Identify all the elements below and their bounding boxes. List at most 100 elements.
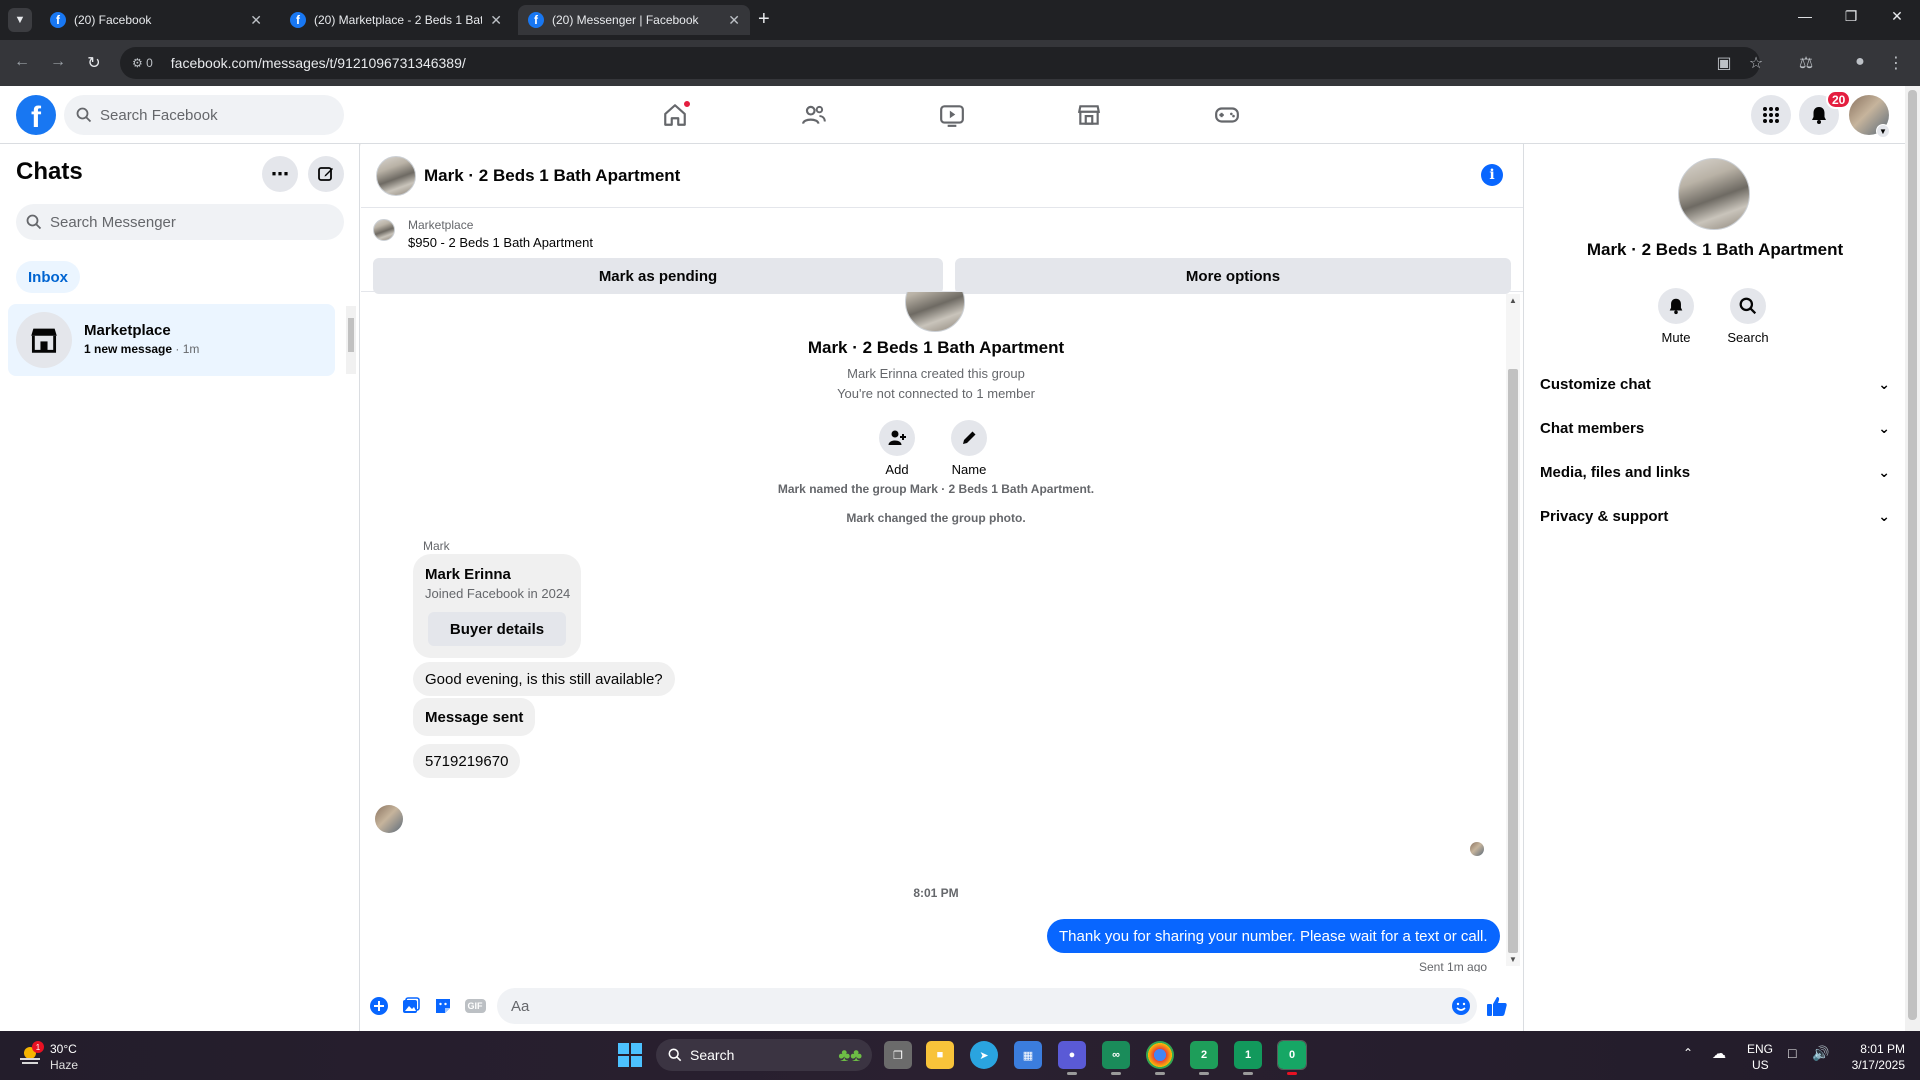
video-nav-icon[interactable] [934,98,970,132]
chevron-down-icon: ⌄ [1878,375,1890,392]
conversation-title[interactable]: Mark · 2 Beds 1 Bath Apartment [424,166,680,186]
clock-time[interactable]: 8:01 PM [1845,1042,1905,1056]
media-files-links-section[interactable]: Media, files and links ⌄ [1540,450,1890,494]
plus-circle-icon[interactable] [367,994,391,1018]
info-icon[interactable]: i [1481,164,1503,186]
marketplace-nav-icon[interactable] [1071,98,1107,132]
app-badge-icon[interactable]: 1 [1234,1041,1262,1075]
app-badge-icon[interactable]: 0 [1277,1040,1307,1075]
more-options-button[interactable]: More options [955,258,1511,294]
more-options-icon[interactable]: ⋯ [262,156,298,192]
group-avatar[interactable] [376,156,416,196]
new-tab-button[interactable]: + [758,8,770,31]
chevron-down-icon[interactable]: ▼ [1876,124,1890,138]
windows-start-icon[interactable] [618,1043,642,1067]
thumbs-up-icon[interactable] [1485,994,1509,1018]
app-icon[interactable]: ∞ [1102,1041,1130,1075]
facebook-search-input[interactable]: Search Facebook [64,95,344,135]
network-icon[interactable]: □ [1788,1045,1796,1061]
search-placeholder: Search Facebook [100,106,218,124]
mute-label: Mute [1661,330,1691,345]
app-icon[interactable]: ● [1058,1041,1086,1075]
file-explorer-icon[interactable]: ■ [926,1041,954,1069]
chrome-icon[interactable] [1146,1041,1174,1075]
taskbar-search-input[interactable]: Search ♣♣ [656,1039,872,1071]
gif-icon[interactable]: GIF [463,994,487,1018]
address-bar[interactable]: ⚙ 0 facebook.com/messages/t/912109673134… [120,47,1760,79]
chat-members-section[interactable]: Chat members ⌄ [1540,406,1890,450]
chevron-up-icon[interactable]: ⌃ [1683,1046,1693,1060]
buyer-details-button[interactable]: Buyer details [428,612,566,646]
photo-icon[interactable] [399,994,423,1018]
listing-title[interactable]: $950 - 2 Beds 1 Bath Apartment [408,235,593,250]
privacy-support-section[interactable]: Privacy & support ⌄ [1540,494,1890,538]
menu-grid-icon[interactable] [1751,95,1791,135]
minimize-icon[interactable]: — [1782,8,1828,24]
messenger-search-input[interactable]: Search Messenger [16,204,344,240]
friends-nav-icon[interactable] [796,98,832,132]
onedrive-cloud-icon[interactable]: ☁ [1712,1045,1726,1062]
new-message-icon[interactable] [308,156,344,192]
group-title: Mark · 2 Beds 1 Bath Apartment [807,338,1065,357]
app-badge-icon[interactable]: 2 [1190,1041,1218,1075]
browser-tab-facebook[interactable]: f (20) Facebook ✕ [40,5,272,35]
volume-icon[interactable]: 🔊 [1812,1045,1829,1062]
incoming-message[interactable]: Good evening, is this still available? [413,662,675,696]
page-scrollbar[interactable] [1905,86,1920,1031]
site-info-icon[interactable]: ⚙ 0 [132,56,153,70]
telegram-icon[interactable]: ➤ [970,1041,998,1069]
name-group-button[interactable]: Name [939,420,999,477]
incoming-message[interactable]: Message sent [413,698,536,736]
bookmark-star-icon[interactable]: ☆ [1744,53,1768,73]
name-label: Name [951,462,987,477]
emoji-icon[interactable] [1449,994,1473,1018]
sent-status: Sent 1m ago [1419,960,1488,972]
customize-chat-section[interactable]: Customize chat ⌄ [1540,362,1890,406]
close-icon[interactable]: ✕ [728,12,740,29]
chat-list-item[interactable]: Marketplace 1 new message · 1m [8,304,335,376]
search-label: Search [1727,330,1769,345]
add-member-button[interactable]: Add [867,420,927,477]
chat-list-scrollbar[interactable] [346,306,356,374]
browser-tab-messenger[interactable]: f (20) Messenger | Facebook ✕ [518,5,750,35]
restore-icon[interactable]: ❐ [1828,8,1874,25]
group-photo-large[interactable] [1678,158,1750,230]
back-arrow-icon[interactable]: ← [10,53,34,71]
tab-title: (20) Marketplace - 2 Beds 1 Bat [314,13,483,27]
microsoft-store-icon[interactable]: ▦ [1014,1041,1042,1069]
profile-icon[interactable]: ● [1848,53,1872,71]
clock-date[interactable]: 3/17/2025 [1845,1058,1905,1072]
outgoing-message[interactable]: Thank you for sharing your number. Pleas… [1047,919,1500,953]
profile-name[interactable]: Mark Erinna [425,566,511,583]
facebook-logo-icon[interactable]: f [16,95,56,135]
task-view-icon[interactable]: ❐ [884,1041,912,1069]
message-composer: GIF Aa [361,982,1523,1030]
home-nav-icon[interactable] [657,98,693,132]
gaming-nav-icon[interactable] [1209,98,1245,132]
mute-button[interactable]: Mute [1646,288,1706,345]
weather-haze-icon[interactable]: 1 [18,1041,44,1067]
mark-as-pending-button[interactable]: Mark as pending [373,258,943,294]
close-icon[interactable]: ✕ [250,12,262,29]
listing-thumbnail[interactable] [373,219,395,241]
search-in-chat-button[interactable]: Search [1718,288,1778,345]
close-icon[interactable]: ✕ [490,12,502,29]
menu-kebab-icon[interactable]: ⋮ [1884,53,1908,73]
message-input[interactable]: Aa [497,988,1477,1024]
sticker-icon[interactable] [431,994,455,1018]
install-app-icon[interactable]: ▣ [1712,53,1736,73]
forward-arrow-icon[interactable]: → [46,53,70,71]
section-label: Customize chat [1540,375,1651,393]
search-icon [76,107,92,123]
message-scrollbar[interactable]: ▲ ▼ [1506,294,1520,966]
tab-inbox[interactable]: Inbox [16,261,80,293]
incoming-message[interactable]: 5719219670 [413,744,521,778]
labs-flask-icon[interactable]: ⚖ [1794,53,1818,73]
browser-tab-marketplace[interactable]: f (20) Marketplace - 2 Beds 1 Bat ✕ [280,5,512,35]
close-window-icon[interactable]: ✕ [1874,8,1920,25]
language-indicator[interactable]: ENG [1747,1042,1773,1056]
tab-search-button[interactable]: ▼ [8,8,32,32]
reload-icon[interactable]: ↻ [82,53,106,73]
sender-avatar[interactable] [375,805,403,833]
chat-preview: 1 new message · 1m [84,342,199,356]
